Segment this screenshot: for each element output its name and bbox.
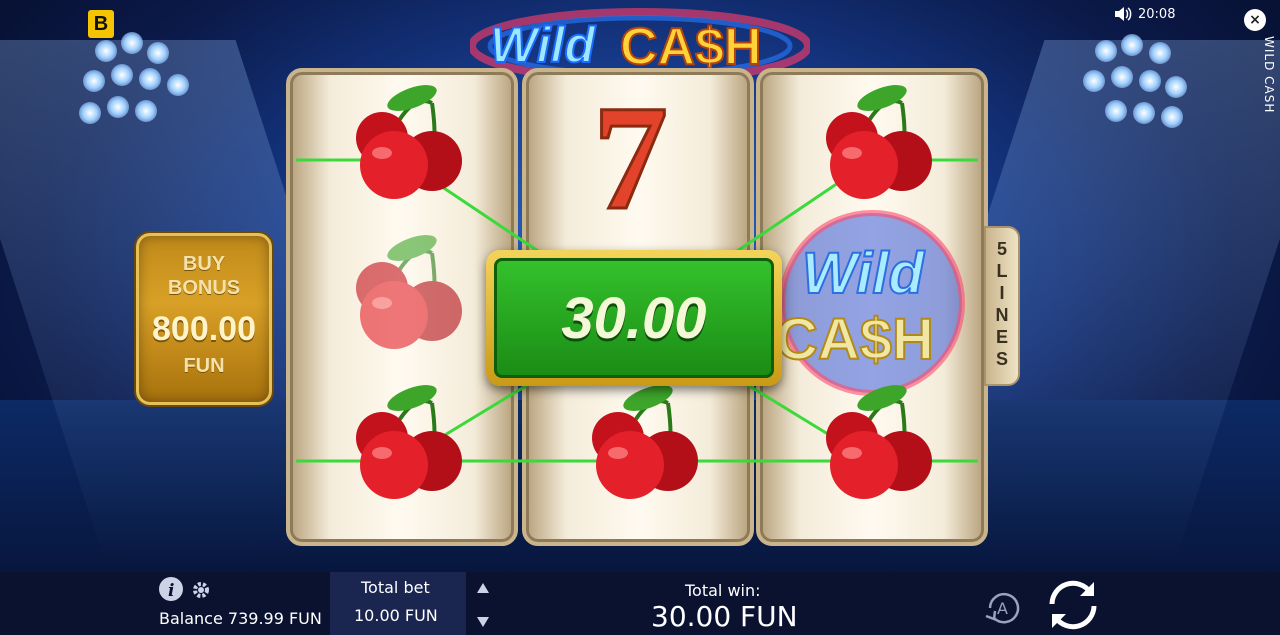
svg-text:A: A <box>997 599 1008 618</box>
paylines-letter: I <box>999 283 1005 303</box>
buy-bonus-currency: FUN <box>183 355 225 377</box>
cherry-symbol <box>826 85 932 199</box>
paylines-letter: L <box>996 261 1008 281</box>
paylines-letter: S <box>995 349 1008 369</box>
paylines-tab: 5 LINES <box>984 226 1020 386</box>
total-win-value: 30.00 FUN <box>651 600 798 633</box>
paylines-letter: E <box>995 327 1008 347</box>
volume-icon[interactable] <box>1114 6 1132 22</box>
cherry-symbol <box>826 385 932 499</box>
buy-bonus-label-2: BONUS <box>167 277 241 299</box>
vertical-game-title: WILD CASH <box>1262 36 1276 114</box>
seven-symbol: 7 <box>592 74 670 243</box>
wild-cash-symbol: WildCA$H <box>775 210 965 396</box>
win-amount-overlay: 30.00 <box>486 250 782 386</box>
left-spotlights <box>75 30 205 160</box>
cherry-symbol <box>356 385 462 499</box>
buy-bonus-button[interactable]: BUY BONUS 800.00 FUN <box>136 233 272 405</box>
total-bet-label: Total bet <box>361 578 430 597</box>
close-button[interactable]: × <box>1244 9 1266 31</box>
svg-text:i: i <box>168 581 174 601</box>
bet-increase-icon[interactable] <box>476 582 490 594</box>
game-stage: B Wild CA$H 20:08 × WILD CASH BUY BONUS … <box>0 0 1280 635</box>
status-bar: 20:08 <box>1114 6 1175 22</box>
paylines-count: 5 <box>996 239 1007 259</box>
wild-symbol-text-1: Wild <box>802 241 925 306</box>
svg-text:7: 7 <box>593 75 668 241</box>
wild-symbol-text-2: CA$H <box>776 307 934 372</box>
paylines-letter: N <box>995 305 1009 325</box>
cherry-symbol <box>592 385 698 499</box>
bottom-control-bar: i Balance 739.99 FUN Total bet 10.00 FUN… <box>0 572 1280 635</box>
win-amount: 30.00 <box>561 285 707 351</box>
spin-icon[interactable] <box>1042 576 1104 634</box>
cherry-symbol <box>356 85 462 199</box>
total-win-label: Total win: <box>685 581 761 600</box>
paylines-word: LINES <box>986 260 1018 370</box>
autoplay-icon[interactable]: A <box>982 586 1026 630</box>
brand-badge: B <box>88 10 114 38</box>
buy-bonus-label-1: BUY <box>182 253 226 275</box>
cherry-symbol <box>356 235 462 349</box>
right-spotlights <box>1065 30 1195 160</box>
total-bet-panel: Total bet 10.00 FUN <box>330 572 466 635</box>
total-bet-value: 10.00 FUN <box>354 606 438 625</box>
bet-decrease-icon[interactable] <box>476 616 490 628</box>
gear-icon[interactable] <box>192 581 210 599</box>
logo-wild-text: Wild <box>490 17 597 73</box>
buy-bonus-price: 800.00 <box>152 310 256 348</box>
info-icon[interactable]: i <box>158 576 184 602</box>
clock-time: 20:08 <box>1138 6 1176 22</box>
balance-text: Balance 739.99 FUN <box>159 609 322 628</box>
